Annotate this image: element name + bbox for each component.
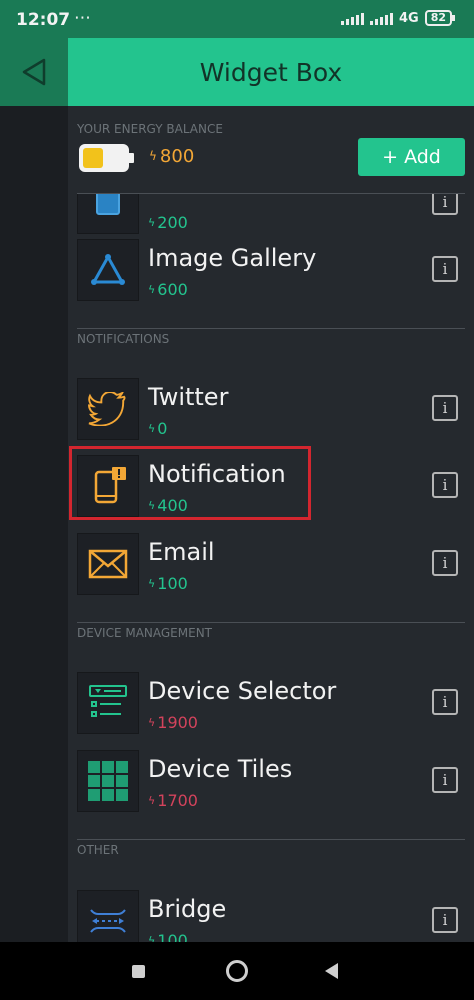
info-button[interactable]: i [432,907,458,933]
signal-icon-2 [369,12,393,25]
widget-price: ϟ 200 [148,213,188,232]
battery-icon: 82 [424,10,456,26]
widget-name: Notification [148,460,286,488]
bridge-icon [77,890,139,942]
info-button[interactable]: i [432,550,458,576]
widget-name: Email [148,538,215,566]
device-selector-icon [77,672,139,734]
info-button[interactable]: i [432,395,458,421]
energy-battery-icon [79,144,134,172]
bolt-icon: ϟ [148,794,156,807]
widget-item-bridge[interactable]: Bridge ϟ 100 i [68,887,474,942]
home-button[interactable] [226,960,248,982]
energy-amount-value: 800 [159,146,195,167]
widget-name: Bridge [148,895,227,923]
signal-icon [340,12,364,25]
status-right: 4G 82 [340,10,456,26]
bolt-icon: ϟ [148,934,156,942]
status-time: 12:07 [16,10,71,30]
info-button[interactable]: i [432,767,458,793]
bolt-icon: ϟ [148,422,156,435]
section-label-device-management: DEVICE MANAGEMENT [77,626,213,640]
energy-balance-panel: YOUR ENERGY BALANCE ϟ 800 + Add [68,106,474,194]
widget-item-device-selector[interactable]: Device Selector ϟ 1900 i [68,669,474,735]
widget-list[interactable]: YOUR ENERGY BALANCE ϟ 800 + Add ϟ 200 i Im… [68,106,474,942]
info-button[interactable]: i [432,689,458,715]
section-divider [77,839,465,840]
energy-amount: ϟ 800 [149,146,194,167]
widget-name: Twitter [148,383,229,411]
section-label-other: OTHER [77,843,119,857]
bolt-icon: ϟ [148,499,156,512]
network-type: 4G [398,10,419,26]
android-nav-bar [0,942,474,1000]
section-label-notifications: NOTIFICATIONS [77,332,170,346]
bolt-icon: ϟ [148,577,156,590]
widget-item-twitter[interactable]: Twitter ϟ0 i [68,375,474,441]
widget-name: Device Selector [148,677,337,705]
widget-price: ϟ 1700 [148,791,198,810]
twitter-bird-icon [77,378,139,440]
page-title: Widget Box [199,58,343,87]
widget-price: ϟ 400 [148,496,188,515]
envelope-icon [77,533,139,595]
back-triangle-icon [22,58,46,86]
section-divider [77,622,465,623]
energy-bolt-icon: ϟ [149,149,157,163]
device-tiles-grid-icon [77,750,139,812]
left-panel [0,38,68,942]
energy-divider [77,193,465,194]
widget-price: ϟ 600 [148,280,188,299]
widget-item-notification[interactable]: Notification ϟ 400 i [68,452,474,518]
image-gallery-icon [77,239,139,301]
widget-price: ϟ 100 [148,931,188,942]
widget-name: Image Gallery [148,244,317,272]
widget-price: ϟ0 [148,419,168,438]
system-back-button[interactable] [325,963,338,979]
bolt-icon: ϟ [148,716,156,729]
widget-name: Device Tiles [148,755,293,783]
back-button[interactable] [0,38,68,106]
phone-notification-icon [77,455,139,517]
widget-item-email[interactable]: Email ϟ 100 i [68,530,474,596]
widget-item-device-tiles[interactable]: Device Tiles ϟ 1700 i [68,747,474,813]
section-divider [77,328,465,329]
recent-apps-button[interactable] [132,965,145,978]
status-bar: 12:07 ⋯ 4G 82 [0,0,474,38]
widget-price: ϟ 100 [148,574,188,593]
widget-price: ϟ 1900 [148,713,198,732]
bolt-icon: ϟ [148,283,156,296]
info-button[interactable]: i [432,256,458,282]
info-button[interactable]: i [432,472,458,498]
notification-dots-icon: ⋯ [74,8,92,28]
battery-level: 82 [430,11,446,24]
header-bar: Widget Box [68,38,474,106]
add-energy-button[interactable]: + Add [358,138,465,176]
widget-item-image-gallery[interactable]: Image Gallery ϟ 600 i [68,236,474,302]
bolt-icon: ϟ [148,216,156,229]
energy-balance-label: YOUR ENERGY BALANCE [77,122,223,136]
